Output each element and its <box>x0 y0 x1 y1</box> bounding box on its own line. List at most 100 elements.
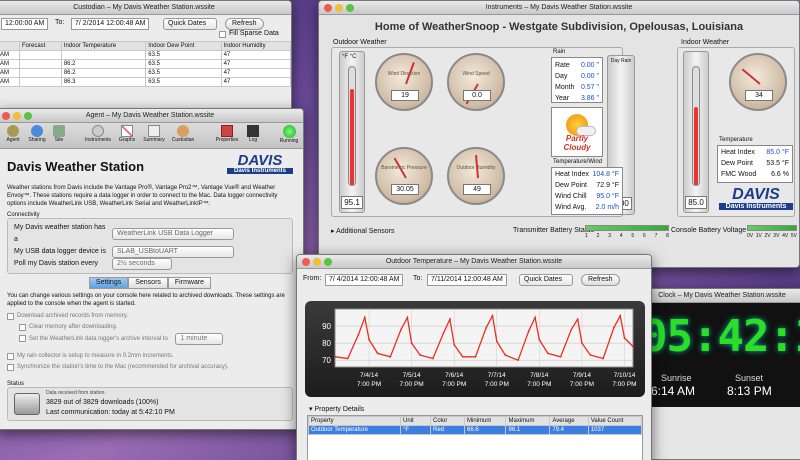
minimize-icon[interactable] <box>13 112 21 120</box>
graph-quick-dates-select[interactable]: Quick Dates <box>519 274 573 286</box>
tab-settings[interactable]: Settings <box>88 277 129 289</box>
download-archived-option[interactable]: Download archived records from memory. <box>7 311 293 322</box>
poll-select[interactable]: 2½ seconds <box>112 258 172 270</box>
toolbar-agent[interactable]: Agent <box>5 125 21 143</box>
graph-from-field[interactable]: 7/ 4/2014 12:00:48 AM <box>325 274 404 286</box>
toolbar-sharing[interactable]: Sharing <box>27 125 47 143</box>
zoom-icon[interactable] <box>24 112 32 120</box>
temp-wind-row: Wind Avg. 2.0 m/h <box>555 204 619 211</box>
rain-collector-option[interactable]: My rain collector is setup to measure in… <box>7 351 293 362</box>
additional-sensors-toggle[interactable]: ▸ Additional Sensors <box>331 227 394 235</box>
clock-time: 05:42:11 <box>641 311 800 362</box>
toolbar-graphs[interactable]: Graphs <box>117 125 137 143</box>
data-point <box>376 352 379 355</box>
toolbar-custodian[interactable]: Custodian <box>169 125 197 143</box>
data-point <box>410 342 413 345</box>
agent-davis-logo: DAVIS Davis Instruments <box>227 153 293 174</box>
graph-titlebar[interactable]: Outdoor Temperature – My Davis Weather S… <box>297 255 651 269</box>
data-point <box>453 343 456 346</box>
col-indoor-hum[interactable]: Indoor Humidity <box>220 41 291 51</box>
toolbar-summary[interactable]: Summary <box>141 125 167 143</box>
graph-refresh-button[interactable]: Refresh <box>581 274 620 286</box>
data-logger-select[interactable]: WeatherLink USB Data Logger <box>112 228 234 240</box>
graph-to-field[interactable]: 7/11/2014 12:00:48 AM <box>427 274 507 286</box>
table-row[interactable]: AM 86.2 63.5 47 <box>0 68 291 78</box>
toolbar-log[interactable]: Log <box>245 125 261 143</box>
x-tick-time: 7:00 PM <box>400 381 424 388</box>
toolbar-running[interactable]: Running <box>277 125 301 144</box>
tab-firmware[interactable]: Firmware <box>167 277 212 289</box>
x-tick-time: 7:00 PM <box>485 381 509 388</box>
instruments-title: Instruments – My Davis Weather Station.w… <box>485 4 633 11</box>
fill-sparse-checkbox[interactable] <box>219 31 226 38</box>
rain-row: Month 0.57 " <box>555 84 599 91</box>
data-point <box>346 357 349 360</box>
table-row[interactable]: AM 86.2 63.5 47 <box>0 59 291 69</box>
col-maximum[interactable]: Maximum <box>505 416 551 426</box>
sync-time-option[interactable]: Synchronize the station's time to the Ma… <box>7 362 293 373</box>
close-icon[interactable] <box>302 258 310 266</box>
status-last-communication: Last communication: today at 5:42:10 PM <box>46 409 175 416</box>
agent-logo-main: DAVIS <box>237 152 283 169</box>
zoom-icon[interactable] <box>324 258 332 266</box>
wind-direction-gauge: Wind Direction 19 <box>375 53 433 111</box>
instruments-titlebar[interactable]: Instruments – My Davis Weather Station.w… <box>319 1 799 15</box>
data-point <box>632 345 634 348</box>
archive-interval-option[interactable]: Set the WeatherLink data logger's archiv… <box>19 333 293 345</box>
data-point <box>619 314 622 317</box>
davis-logo: DAVIS Davis Instruments <box>719 187 793 210</box>
y-tick-label: 90 <box>322 322 331 331</box>
table-row[interactable]: AM 63.5 47 <box>0 50 291 60</box>
data-point <box>546 352 549 355</box>
data-point <box>612 326 615 329</box>
agent-logo-sub: Davis Instruments <box>227 168 293 174</box>
col-color[interactable]: Color <box>430 416 465 426</box>
zoom-icon[interactable] <box>346 4 354 12</box>
wind-speed-gauge: Wind Speed 0.0 <box>447 53 505 111</box>
toolbar-properties[interactable]: Properties <box>213 125 241 143</box>
col-property[interactable]: Property <box>308 416 401 426</box>
connectivity-box: My Davis weather station has a WeatherLin… <box>7 218 293 274</box>
custodian-icon <box>177 125 189 137</box>
agent-titlebar[interactable]: Agent – My Davis Weather Station.wssite <box>0 109 303 123</box>
col-indoor-dew[interactable]: Indoor Dew Point <box>145 41 222 51</box>
archive-interval-checkbox[interactable] <box>19 335 26 342</box>
close-icon[interactable] <box>324 4 332 12</box>
close-icon[interactable] <box>2 112 10 120</box>
download-archived-checkbox[interactable] <box>7 313 14 320</box>
table-row[interactable]: Outdoor Temperature °F Red 66.6 96.1 79.… <box>308 425 643 435</box>
toolbar-instruments[interactable]: Instruments <box>83 125 113 143</box>
barometer-label: Barometric Pressure <box>381 165 427 171</box>
minimize-icon[interactable] <box>335 4 343 12</box>
col-indoor-temp[interactable]: Indoor Temperature <box>60 41 147 51</box>
clear-memory-option[interactable]: Clear memory after downloading. <box>19 322 293 333</box>
col-value-count[interactable]: Value Count <box>587 416 643 426</box>
tab-sensors[interactable]: Sensors <box>128 277 168 289</box>
rain-collector-checkbox[interactable] <box>7 353 14 360</box>
col-average[interactable]: Average <box>549 416 589 426</box>
indoor-label: Indoor Weather <box>681 39 730 46</box>
agent-window: Agent – My Davis Weather Station.wssite … <box>0 108 304 430</box>
table-row[interactable]: AM 86.3 63.5 47 <box>0 77 291 87</box>
col-unit[interactable]: Unit <box>400 416 431 426</box>
graph-to-label: To: <box>413 275 423 282</box>
data-point <box>570 328 573 331</box>
custodian-table: Forecast Indoor Temperature Indoor Dew P… <box>0 41 291 87</box>
graph-window: Outdoor Temperature – My Davis Weather S… <box>296 254 652 460</box>
col-forecast[interactable]: Forecast <box>19 41 62 51</box>
col-time[interactable] <box>0 41 20 51</box>
sync-time-checkbox[interactable] <box>7 364 14 371</box>
custodian-titlebar[interactable]: Custodian – My Davis Weather Station.wss… <box>0 1 291 15</box>
col-minimum[interactable]: Minimum <box>463 416 507 426</box>
archive-interval-select[interactable]: 1 minute <box>175 333 224 345</box>
property-details-toggle[interactable]: ▾ Property Details <box>309 405 364 413</box>
minimize-icon[interactable] <box>313 258 321 266</box>
toolbar-site[interactable]: Site <box>51 125 67 143</box>
temperature-chart: 90 80 70 7/4/14 7:00 PM 7/5/14 7:00 PM 7/6/14 7:… <box>322 308 637 388</box>
agent-description: Weather stations from Davis include the … <box>7 185 278 207</box>
data-point <box>576 318 579 321</box>
device-select[interactable]: SLAB_USBtoUART <box>112 246 234 258</box>
property-table: Property Unit Color Minimum Maximum Aver… <box>308 416 643 435</box>
clear-memory-checkbox[interactable] <box>19 324 26 331</box>
temp-wind-row: Heat Index 104.8 °F <box>555 171 619 178</box>
